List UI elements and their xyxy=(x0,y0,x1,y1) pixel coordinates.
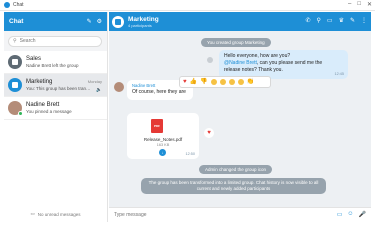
pdf-file-icon: PDF xyxy=(151,119,163,133)
phone-icon[interactable]: ✆ xyxy=(305,17,310,24)
heart-reaction-badge[interactable]: ♥ xyxy=(204,128,214,138)
system-message-text: The group has been transformed into a li… xyxy=(148,180,319,185)
thumbs-up-reaction-icon[interactable]: 👍 xyxy=(190,79,197,85)
maximize-icon[interactable]: □ xyxy=(357,1,361,8)
chat-day: Monday xyxy=(87,79,102,84)
chat-title: Marketing xyxy=(128,15,159,23)
message-input[interactable] xyxy=(114,212,314,218)
chat-name: Sales xyxy=(26,56,42,62)
user-avatar xyxy=(114,82,124,92)
unread-status: No unread messages xyxy=(37,211,81,217)
microphone-icon[interactable]: 🎤 xyxy=(359,211,366,218)
message-text: , can you please send me the xyxy=(256,59,323,66)
search-input[interactable] xyxy=(19,38,90,44)
search-icon[interactable]: ⚲ xyxy=(317,17,321,24)
chat-list-item-sales[interactable]: Sales Nadine Brett left the group xyxy=(4,51,107,74)
outgoing-message[interactable]: Hello everyone, how are you? @Nadine Bre… xyxy=(219,50,348,79)
more-icon[interactable]: ⋮ xyxy=(361,17,367,24)
message-time: 12:45 xyxy=(334,71,344,76)
mention-link[interactable]: @Nadine Brett xyxy=(224,60,257,66)
group-avatar xyxy=(8,78,22,92)
participant-count: 4 participants xyxy=(128,22,152,28)
chat-list-item-marketing[interactable]: Marketing You: This group has been tran…… xyxy=(4,74,107,97)
app-logo-icon xyxy=(4,2,10,8)
attach-icon[interactable]: ▭ xyxy=(337,211,343,218)
minimize-icon[interactable]: – xyxy=(348,1,351,8)
laugh-reaction-icon[interactable] xyxy=(210,79,217,85)
system-message: You created group Marketing xyxy=(201,38,271,47)
group-avatar xyxy=(8,55,22,69)
message-time: 12:50 xyxy=(185,152,195,156)
window-title: Chat xyxy=(13,2,24,8)
reaction-picker: ♥ 👍 👎 👏 xyxy=(179,76,271,88)
system-message: The group has been transformed into a li… xyxy=(141,178,326,194)
system-message-text: current and newly added participants xyxy=(196,185,271,191)
chat-name: Nadine Brett xyxy=(26,102,60,108)
chat-preview: You: This group has been tran… xyxy=(26,86,91,91)
reply-icon[interactable] xyxy=(207,57,213,63)
sidebar-footer: ▭ No unread messages xyxy=(4,206,107,222)
search-icon: ⚲ xyxy=(13,38,17,44)
wow-reaction-icon[interactable] xyxy=(228,79,235,85)
system-message: Admin changed the group icon xyxy=(199,165,273,174)
clap-reaction-icon[interactable]: 👏 xyxy=(247,79,254,85)
message-composer: ▭ ☺ 🎤 xyxy=(109,207,371,222)
file-attachment[interactable]: PDF Release_Notes.pdf 163 KB ↓ 12:50 xyxy=(127,113,199,159)
chat-list-item-nadine-brett[interactable]: Nadine Brett You pinned a message xyxy=(4,97,107,120)
screen-share-icon[interactable]: ▭ xyxy=(327,17,333,24)
sad-reaction-icon[interactable] xyxy=(237,79,244,85)
heart-reaction-icon[interactable]: ♥ xyxy=(183,79,187,85)
search-box[interactable]: ⚲ xyxy=(8,35,102,47)
download-icon[interactable]: ↓ xyxy=(159,149,166,156)
edit-icon[interactable]: ✎ xyxy=(350,17,355,24)
chat-preview: You pinned a message xyxy=(26,109,72,114)
close-icon[interactable]: ✕ xyxy=(367,1,372,8)
smile-reaction-icon[interactable] xyxy=(219,79,226,85)
group-avatar[interactable] xyxy=(112,15,124,28)
online-status-icon xyxy=(18,111,23,116)
file-name: Release_Notes.pdf xyxy=(143,137,183,142)
sidebar-header: Chat ✎ ⚙ xyxy=(4,12,107,31)
chat-sidebar: Chat ✎ ⚙ ⚲ Sales Nadine Brett left the g… xyxy=(4,12,108,222)
thumbs-down-reaction-icon[interactable]: 👎 xyxy=(200,79,207,85)
message-text: Of course, here they are xyxy=(132,88,186,95)
compose-icon[interactable]: ✎ xyxy=(87,18,92,25)
window-title-bar: Chat – □ ✕ xyxy=(0,0,375,11)
message-text: release notes? Thank you. xyxy=(224,66,283,73)
file-size: 163 KB xyxy=(156,143,170,147)
chat-preview: Nadine Brett left the group xyxy=(26,63,79,68)
chat-header: Marketing 4 participants ✆ ⚲ ▭ ♛ ✎ ⋮ xyxy=(109,12,371,31)
message-icon: ▭ xyxy=(30,211,35,216)
mute-icon: 🔈 xyxy=(96,87,102,92)
message-text: Hello everyone, how are you? xyxy=(224,53,291,59)
user-avatar xyxy=(8,101,23,116)
admin-icon[interactable]: ♛ xyxy=(339,17,344,24)
settings-icon[interactable]: ⚙ xyxy=(97,18,102,25)
emoji-icon[interactable]: ☺ xyxy=(347,211,353,218)
sidebar-title: Chat xyxy=(9,18,24,25)
chat-panel: Marketing 4 participants ✆ ⚲ ▭ ♛ ✎ ⋮ You… xyxy=(109,12,371,222)
